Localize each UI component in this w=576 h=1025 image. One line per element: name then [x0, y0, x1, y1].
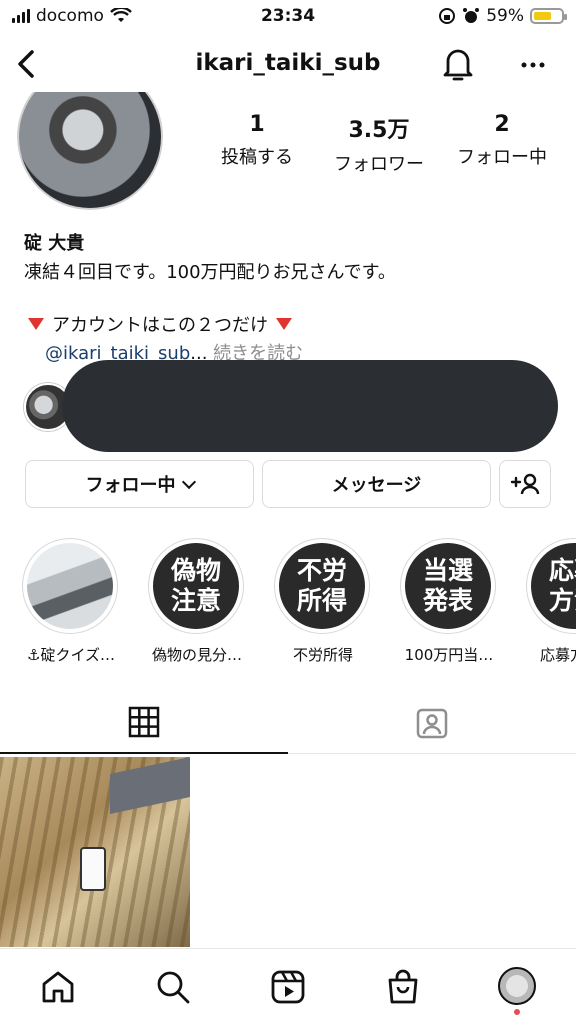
bio-line-1: 凍結４回目です。100万円配りお兄さんです。: [24, 262, 396, 283]
highlight-cover: 不労 所得: [279, 543, 365, 629]
highlight-cover: [27, 543, 113, 629]
shop-icon[interactable]: [385, 969, 421, 1005]
battery-percent: 59%: [486, 6, 524, 26]
suggest-users-button[interactable]: [499, 460, 551, 508]
highlight-cover: 応募方法: [531, 543, 576, 629]
followers-count: 3.5万: [348, 118, 410, 143]
profile-name: 碇 大貴: [24, 233, 85, 254]
grid-icon: [128, 706, 160, 738]
notification-dot: [514, 1009, 520, 1015]
following-label: フォロー中: [457, 147, 547, 168]
posts-label: 投稿する: [221, 147, 293, 168]
following-stat[interactable]: 2 フォロー中: [437, 112, 567, 169]
profile-nav-avatar[interactable]: [498, 967, 536, 1005]
bio-line-2: アカウントはこの２つだけ: [28, 311, 292, 337]
highlight-item[interactable]: 応募方法 応募方…: [526, 538, 576, 665]
following-button[interactable]: フォロー中: [25, 460, 254, 508]
tab-posts-grid[interactable]: [0, 694, 288, 754]
highlight-caption: 100万円当…: [404, 646, 494, 664]
highlight-item[interactable]: 不労 所得 不労所得: [274, 538, 372, 665]
tagged-icon: [416, 708, 448, 739]
highlight-caption: 偽物の見分…: [151, 646, 242, 664]
red-triangle-icon: [28, 318, 44, 330]
status-right: 59%: [438, 6, 567, 26]
redacted-block: [62, 360, 558, 452]
search-icon[interactable]: [155, 969, 191, 1005]
message-button-label: メッセージ: [331, 475, 422, 496]
highlight-cover: 偽物 注意: [153, 543, 239, 629]
highlight-caption: ⚓碇クイズ…: [27, 646, 115, 664]
highlight-item[interactable]: 当選 発表 100万円当…: [400, 538, 498, 665]
profile-avatar[interactable]: [17, 92, 163, 210]
followers-stat[interactable]: 3.5万 フォロワー: [314, 112, 444, 176]
followers-label: フォロワー: [334, 154, 424, 175]
more-icon[interactable]: [518, 50, 548, 80]
message-button[interactable]: メッセージ: [262, 460, 491, 508]
add-person-icon: [510, 473, 540, 495]
highlight-cover: 当選 発表: [405, 543, 491, 629]
highlight-caption: 不労所得: [292, 646, 353, 664]
highlight-item[interactable]: ⚓碇クイズ…: [22, 538, 120, 665]
bell-icon[interactable]: [440, 44, 476, 84]
posts-stat[interactable]: 1 投稿する: [192, 112, 322, 169]
battery-icon: [530, 8, 567, 24]
orientation-lock-icon: [439, 8, 456, 24]
following-button-label: フォロー中: [85, 475, 176, 496]
bio-line-2-text: アカウントはこの２つだけ: [52, 315, 268, 336]
tab-tagged[interactable]: [288, 694, 576, 754]
home-icon[interactable]: [40, 969, 76, 1005]
red-triangle-icon: [276, 318, 292, 330]
post-thumbnail[interactable]: [0, 757, 190, 947]
status-bar: docomo 23:34 59%: [0, 0, 576, 34]
alarm-icon: [463, 8, 480, 23]
chevron-down-icon: [181, 474, 196, 489]
profile-username: ikari_taiki_sub: [195, 50, 381, 76]
bottom-nav: [0, 948, 576, 1025]
following-count: 2: [494, 112, 510, 137]
highlight-caption: 応募方…: [540, 646, 576, 664]
posts-count: 1: [249, 112, 265, 137]
highlight-item[interactable]: 偽物 注意 偽物の見分…: [148, 538, 246, 665]
reels-icon[interactable]: [270, 969, 306, 1005]
